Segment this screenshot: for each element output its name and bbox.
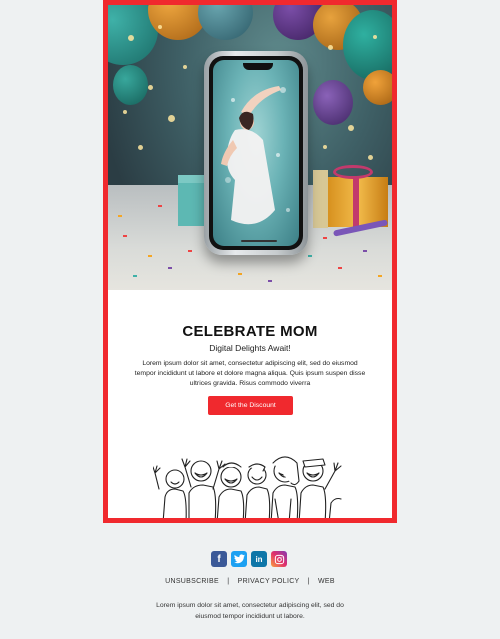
cheering-crowd-illustration (153, 456, 342, 518)
social-links: f in (211, 551, 287, 567)
body-text: Lorem ipsum dolor sit amet, consectetur … (134, 360, 366, 387)
privacy-policy-link[interactable]: PRIVACY POLICY (238, 578, 300, 585)
footer-links: UNSUBSCRIBE | PRIVACY POLICY | WEB (0, 578, 500, 585)
link-separator: | (227, 578, 230, 585)
email-card: CELEBRATE MOM Digital Delights Await! Lo… (103, 0, 397, 523)
facebook-icon[interactable]: f (211, 551, 227, 567)
link-separator: | (307, 578, 310, 585)
dancing-woman-photo (221, 86, 290, 225)
unsubscribe-link[interactable]: UNSUBSCRIBE (165, 578, 219, 585)
get-discount-button[interactable]: Get the Discount (208, 396, 293, 415)
smartphone-image (204, 51, 308, 255)
subheadline: Digital Delights Await! (209, 343, 291, 353)
headline: CELEBRATE MOM (182, 323, 318, 340)
web-link[interactable]: WEB (318, 578, 335, 585)
twitter-icon[interactable] (231, 551, 247, 567)
footer-text: Lorem ipsum dolor sit amet, consectetur … (156, 602, 344, 620)
linkedin-icon[interactable]: in (251, 551, 267, 567)
hero-image (108, 5, 392, 290)
instagram-icon[interactable] (271, 551, 287, 567)
